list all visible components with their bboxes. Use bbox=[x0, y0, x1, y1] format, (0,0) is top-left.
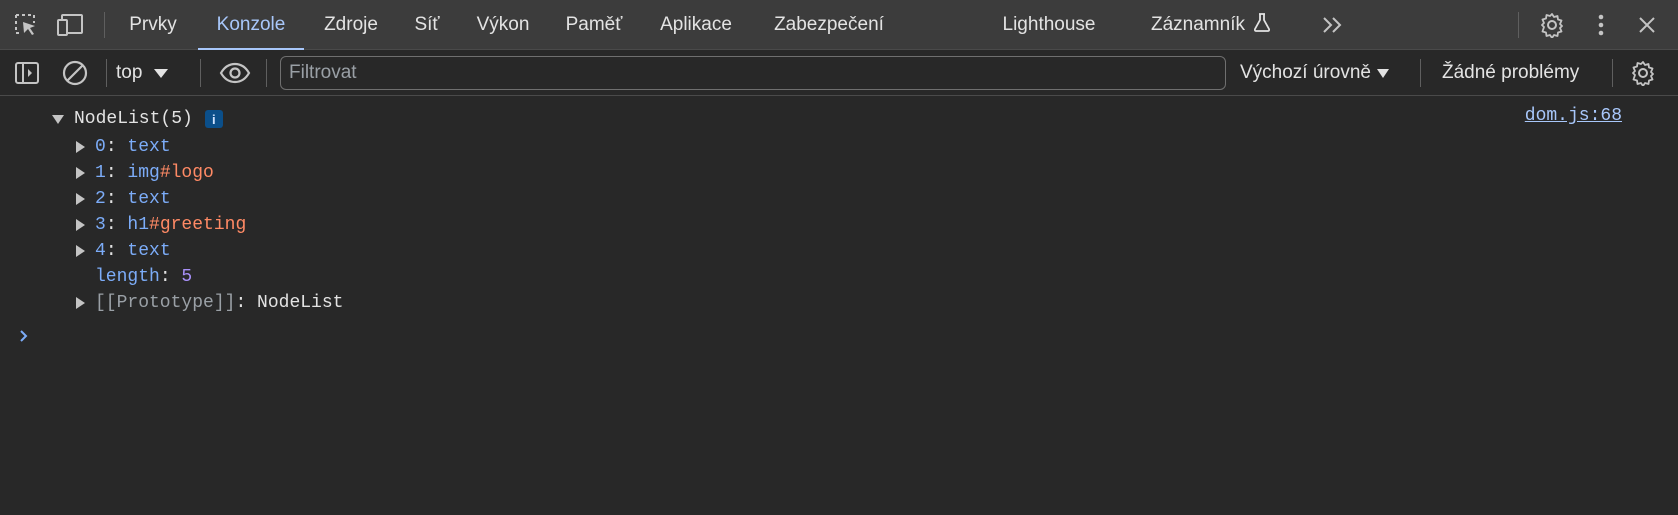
tab-elements[interactable]: Prvky bbox=[118, 0, 188, 49]
tab-label: Zabezpečení bbox=[774, 13, 884, 35]
tab-console[interactable]: Konzole bbox=[198, 0, 304, 50]
toolbar-separator bbox=[1420, 59, 1421, 87]
issues-label: Žádné problémy bbox=[1442, 62, 1580, 83]
entry-colon: : bbox=[105, 241, 128, 261]
entry-key: 2 bbox=[95, 189, 106, 209]
list-item[interactable]: 3: h1 #greeting bbox=[76, 211, 246, 239]
prompt-chevron-icon bbox=[20, 330, 28, 342]
inspect-element-icon[interactable] bbox=[11, 10, 41, 40]
toolbar-separator bbox=[1612, 59, 1613, 87]
toolbar-separator bbox=[106, 59, 107, 87]
expand-arrow-icon[interactable] bbox=[76, 245, 85, 257]
gear-icon[interactable] bbox=[1628, 58, 1658, 88]
expand-arrow-icon[interactable] bbox=[76, 193, 85, 205]
close-icon[interactable] bbox=[1632, 10, 1662, 40]
entry-colon: : bbox=[235, 293, 258, 313]
tab-label: Záznamník bbox=[1151, 13, 1245, 35]
nodelist-label: NodeList(5) bbox=[74, 109, 193, 129]
chevron-down-icon bbox=[1376, 68, 1389, 78]
info-icon[interactable]: i bbox=[204, 110, 223, 128]
list-item[interactable]: 0: text bbox=[76, 133, 171, 161]
expand-arrow-icon[interactable] bbox=[76, 219, 85, 231]
tabbar-separator bbox=[104, 12, 105, 38]
entry-id: #logo bbox=[159, 163, 214, 183]
tab-lighthouse[interactable]: Lighthouse bbox=[990, 0, 1108, 49]
length-key: length bbox=[95, 267, 160, 287]
length-property: length: 5 bbox=[95, 263, 192, 291]
log-levels-label: Výchozí úrovně bbox=[1240, 62, 1371, 83]
tab-network[interactable]: Síť bbox=[400, 0, 454, 49]
expand-arrow-icon[interactable] bbox=[52, 114, 64, 124]
sidebar-toggle-icon[interactable] bbox=[12, 58, 42, 88]
list-item[interactable]: 1: img #logo bbox=[76, 159, 214, 187]
list-item[interactable]: 4: text bbox=[76, 237, 171, 265]
entry-tag: h1 bbox=[127, 215, 150, 235]
log-levels-dropdown[interactable]: Výchozí úrovně bbox=[1240, 58, 1389, 88]
main-tab-bar: Prvky Konzole Zdroje Síť Výkon Paměť Apl… bbox=[0, 0, 1678, 50]
tab-label: Paměť bbox=[565, 13, 623, 35]
expand-arrow-icon[interactable] bbox=[76, 141, 85, 153]
entry-colon: : bbox=[105, 215, 128, 235]
context-label: top bbox=[116, 62, 143, 83]
entry-tag: img bbox=[127, 163, 160, 183]
more-tabs-chevron-icon[interactable] bbox=[1318, 10, 1348, 40]
source-link[interactable]: dom.js:68 bbox=[1525, 106, 1622, 132]
tab-application[interactable]: Aplikace bbox=[644, 0, 748, 49]
more-options-icon[interactable] bbox=[1586, 10, 1616, 40]
entry-tag: text bbox=[127, 241, 171, 261]
prototype-row[interactable]: [[Prototype]]: NodeList bbox=[76, 289, 343, 317]
entry-tag: text bbox=[127, 137, 171, 157]
tab-label: Prvky bbox=[129, 13, 177, 35]
context-selector[interactable]: top bbox=[116, 58, 169, 88]
prototype-key: [[Prototype]] bbox=[95, 293, 236, 313]
entry-id: #greeting bbox=[149, 215, 247, 235]
entry-colon: : bbox=[159, 267, 182, 287]
tab-performance[interactable]: Výkon bbox=[462, 0, 544, 49]
issues-button[interactable]: Žádné problémy bbox=[1442, 58, 1579, 88]
nodelist-header[interactable]: NodeList(5) i bbox=[52, 105, 223, 133]
tab-label: Lighthouse bbox=[1002, 13, 1096, 35]
clear-console-icon[interactable] bbox=[60, 58, 90, 88]
list-item[interactable]: 2: text bbox=[76, 185, 171, 213]
entry-key: 4 bbox=[95, 241, 106, 261]
expand-arrow-icon[interactable] bbox=[76, 167, 85, 179]
tab-sources[interactable]: Zdroje bbox=[312, 0, 390, 49]
tabbar-separator bbox=[1518, 12, 1519, 38]
chevron-down-icon bbox=[154, 68, 169, 78]
expand-arrow-icon[interactable] bbox=[76, 297, 85, 309]
console-prompt[interactable] bbox=[18, 323, 30, 349]
tab-label: Zdroje bbox=[324, 13, 378, 35]
entry-colon: : bbox=[105, 189, 128, 209]
toolbar-separator bbox=[266, 59, 267, 87]
tab-label: Síť bbox=[414, 13, 440, 35]
length-value: 5 bbox=[181, 267, 193, 287]
entry-colon: : bbox=[105, 137, 128, 157]
devtools-panel: Prvky Konzole Zdroje Síť Výkon Paměť Apl… bbox=[0, 0, 1678, 515]
tab-label: Konzole bbox=[216, 13, 286, 35]
prototype-value: NodeList bbox=[257, 293, 344, 313]
tab-label: Aplikace bbox=[660, 13, 732, 35]
live-expression-eye-icon[interactable] bbox=[218, 58, 252, 88]
entry-key: 1 bbox=[95, 163, 106, 183]
tab-label: Výkon bbox=[476, 13, 530, 35]
tab-security[interactable]: Zabezpečení bbox=[756, 0, 902, 49]
toolbar-separator bbox=[200, 59, 201, 87]
tab-recorder[interactable]: Záznamník bbox=[1136, 0, 1286, 49]
console-output: NodeList(5) i dom.js:68 0: text 1: img #l… bbox=[0, 97, 1678, 515]
console-toolbar: top Výchozí úrovně Žádné problémy bbox=[0, 50, 1678, 96]
entry-tag: text bbox=[127, 189, 171, 209]
entry-key: 3 bbox=[95, 215, 106, 235]
gear-icon[interactable] bbox=[1537, 10, 1567, 40]
experimental-flask-icon bbox=[1253, 12, 1271, 38]
device-toolbar-icon[interactable] bbox=[56, 10, 86, 40]
filter-input[interactable] bbox=[280, 56, 1226, 90]
entry-key: 0 bbox=[95, 137, 106, 157]
tab-memory[interactable]: Paměť bbox=[552, 0, 636, 49]
entry-colon: : bbox=[105, 163, 128, 183]
